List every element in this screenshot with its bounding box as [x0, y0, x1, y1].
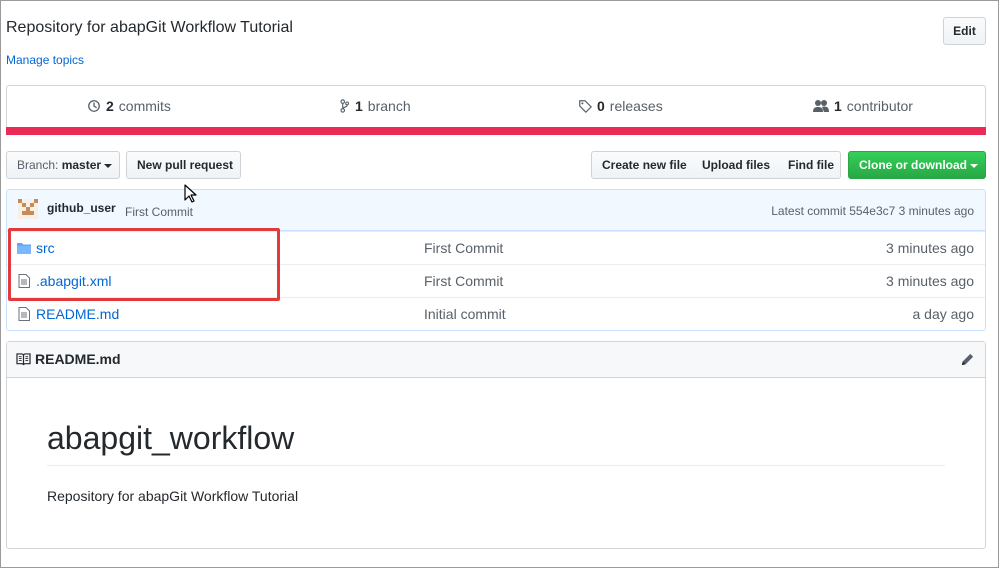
file-age: 3 minutes ago — [886, 273, 974, 289]
mouse-cursor-icon — [184, 184, 197, 203]
create-new-file-button[interactable]: Create new file — [591, 151, 693, 179]
file-age: a day ago — [912, 306, 975, 322]
language-bar[interactable] — [6, 127, 986, 135]
latest-commit[interactable]: Latest commit 554e3c7 3 minutes ago — [771, 204, 974, 218]
branch-count: 1 — [355, 98, 363, 114]
repo-description: Repository for abapGit Workflow Tutorial — [6, 19, 293, 36]
file-commit-message[interactable]: First Commit — [424, 240, 503, 256]
commit-tease: github_user First Commit Latest commit 5… — [7, 190, 985, 231]
branch-icon — [340, 99, 350, 113]
file-row[interactable]: .abapgit.xml First Commit 3 minutes ago — [7, 264, 985, 297]
pencil-icon[interactable] — [960, 352, 975, 367]
caret-down-icon — [970, 163, 978, 168]
new-pull-request-button[interactable]: New pull request — [126, 151, 241, 179]
clone-download-button[interactable]: Clone or download — [848, 151, 986, 179]
readme-header: README.md — [7, 342, 985, 378]
readme-filename: README.md — [35, 351, 121, 367]
file-icon — [18, 307, 30, 321]
releases-link[interactable]: 0 releases — [578, 98, 663, 114]
readme-panel: README.md abapgit_workflow Repository fo… — [6, 341, 986, 549]
branch-select-button[interactable]: Branch: master — [6, 151, 120, 179]
avatar[interactable] — [18, 199, 38, 219]
manage-topics-link[interactable]: Manage topics — [6, 53, 84, 67]
file-row[interactable]: README.md Initial commit a day ago — [7, 297, 985, 330]
file-row[interactable]: src First Commit 3 minutes ago — [7, 231, 985, 264]
file-name[interactable]: src — [36, 240, 55, 256]
commit-author[interactable]: github_user — [47, 201, 116, 215]
file-icon — [18, 274, 30, 288]
readme-body: Repository for abapGit Workflow Tutorial — [47, 488, 299, 504]
tag-icon — [579, 100, 592, 113]
upload-files-button[interactable]: Upload files — [692, 151, 779, 179]
file-age: 3 minutes ago — [886, 240, 974, 256]
contributors-link[interactable]: 1 contributor — [813, 98, 913, 114]
branch-label: branch — [367, 98, 411, 114]
releases-label: releases — [609, 98, 663, 114]
branch-name: master — [61, 158, 102, 172]
caret-down-icon — [104, 163, 113, 168]
clone-label: Clone or download — [859, 158, 967, 172]
releases-count: 0 — [597, 98, 605, 114]
file-commit-message[interactable]: Initial commit — [424, 306, 506, 322]
file-name[interactable]: .abapgit.xml — [36, 273, 111, 289]
contributors-label: contributor — [846, 98, 913, 114]
contributors-count: 1 — [834, 98, 842, 114]
commits-link[interactable]: 2 commits — [87, 98, 171, 114]
file-name[interactable]: README.md — [36, 306, 119, 322]
commits-label: commits — [118, 98, 171, 114]
history-icon — [88, 100, 100, 112]
people-icon — [813, 100, 829, 112]
edit-button[interactable]: Edit — [943, 17, 986, 45]
branch-link[interactable]: 1 branch — [339, 98, 411, 114]
find-file-button[interactable]: Find file — [778, 151, 841, 179]
book-icon — [16, 353, 31, 366]
readme-heading: abapgit_workflow — [47, 420, 945, 466]
file-commit-message[interactable]: First Commit — [424, 273, 503, 289]
folder-icon — [17, 243, 31, 254]
file-browser: github_user First Commit Latest commit 5… — [6, 189, 986, 331]
branch-prefix: Branch: — [17, 158, 59, 172]
commit-message[interactable]: First Commit — [125, 205, 193, 219]
commits-count: 2 — [106, 98, 114, 114]
